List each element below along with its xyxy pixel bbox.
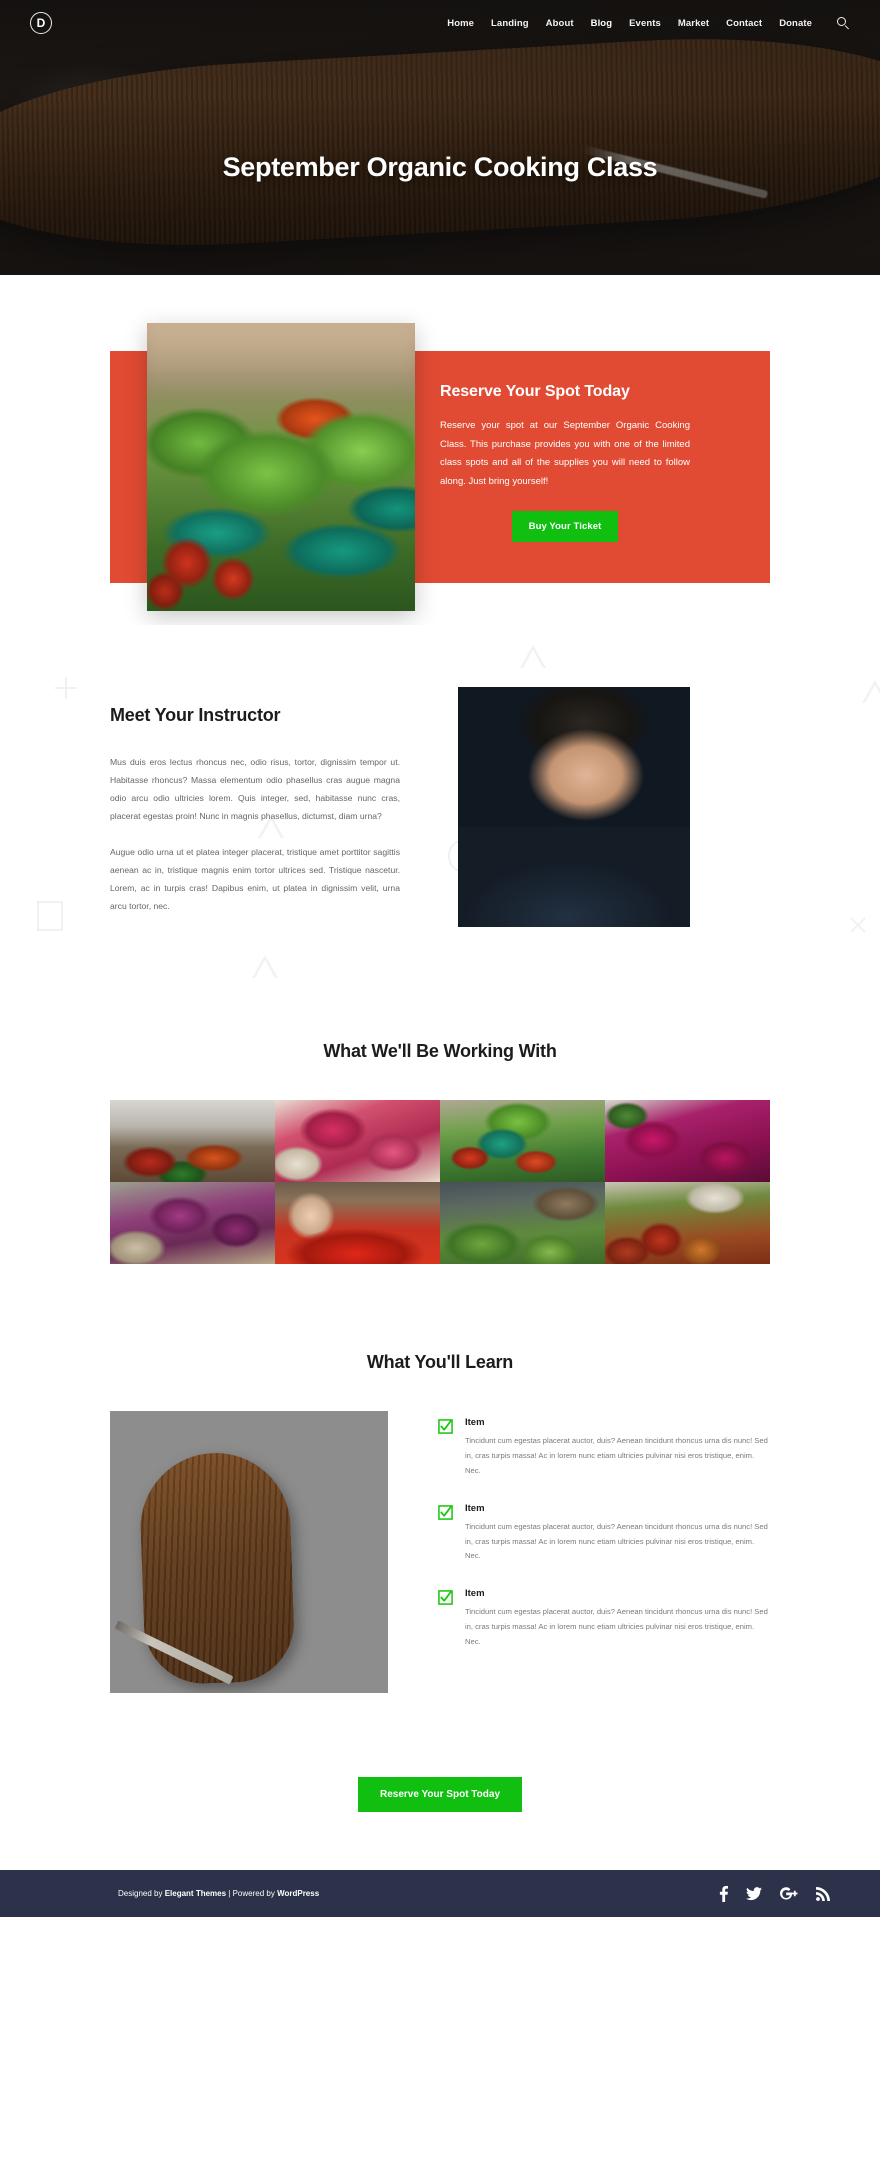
list-item-title: Item bbox=[465, 1502, 485, 1514]
buy-ticket-button[interactable]: Buy Your Ticket bbox=[511, 511, 619, 543]
footer-brand-link[interactable]: Elegant Themes bbox=[165, 1889, 226, 1898]
site-logo[interactable]: D bbox=[30, 12, 52, 34]
decorative-x-icon bbox=[848, 915, 868, 935]
list-item-title: Item bbox=[465, 1417, 485, 1429]
gallery-heading: What We'll Be Working With bbox=[323, 1041, 557, 1062]
learn-items-list: Item Tincidunt cum egestas placerat auct… bbox=[438, 1411, 770, 1673]
checkbox-check-icon bbox=[438, 1590, 453, 1605]
instructor-portrait-photo bbox=[458, 687, 690, 927]
footer-credit-prefix: Designed by bbox=[118, 1889, 165, 1899]
main-menu: Home Landing About Blog Events Market Co… bbox=[447, 16, 850, 30]
learn-heading: What You'll Learn bbox=[366, 1352, 514, 1373]
footer-credit-middle: | Powered by bbox=[226, 1889, 278, 1899]
list-item-body: Tincidunt cum egestas placerat auctor, d… bbox=[465, 1607, 768, 1646]
list-item-title: Item bbox=[465, 1588, 485, 1600]
decorative-triangle-icon bbox=[862, 680, 880, 703]
cta-content: Reserve Your Spot Today Reserve your spo… bbox=[440, 383, 690, 543]
nav-item-events[interactable]: Events bbox=[629, 18, 661, 29]
nav-item-home[interactable]: Home bbox=[447, 18, 474, 29]
nav-item-blog[interactable]: Blog bbox=[591, 18, 613, 29]
gallery-image[interactable] bbox=[110, 1100, 275, 1183]
final-cta-section: Reserve Your Spot Today bbox=[0, 1763, 880, 1871]
instructor-paragraph: Augue odio urna ut et platea integer pla… bbox=[110, 847, 400, 912]
cta-body-text: Reserve your spot at our September Organ… bbox=[440, 420, 690, 487]
page-title: September Organic Cooking Class bbox=[222, 152, 658, 182]
footer-platform-link[interactable]: WordPress bbox=[277, 1889, 319, 1898]
decorative-square-icon bbox=[37, 901, 63, 931]
decorative-triangle-icon bbox=[252, 955, 278, 978]
twitter-icon[interactable] bbox=[746, 1886, 762, 1901]
gallery-image[interactable] bbox=[275, 1182, 440, 1265]
learn-section: What You'll Learn Item Tincidunt cum ege… bbox=[0, 1334, 880, 1764]
hero-section: D Home Landing About Blog Events Market … bbox=[0, 0, 880, 275]
facebook-icon[interactable] bbox=[719, 1885, 728, 1902]
decorative-triangle-icon bbox=[520, 645, 546, 668]
gallery-image[interactable] bbox=[110, 1182, 275, 1265]
instructor-paragraph: Mus duis eros lectus rhoncus nec, odio r… bbox=[110, 757, 400, 822]
footer-credit: Designed by Elegant Themes | Powered by … bbox=[118, 1889, 319, 1898]
search-icon[interactable] bbox=[837, 16, 850, 30]
list-item: Item Tincidunt cum egestas placerat auct… bbox=[438, 1503, 770, 1564]
nav-item-contact[interactable]: Contact bbox=[726, 18, 762, 29]
instructor-section: Meet Your Instructor Mus duis eros lectu… bbox=[0, 625, 880, 1024]
nav-item-market[interactable]: Market bbox=[678, 18, 709, 29]
nav-item-about[interactable]: About bbox=[546, 18, 574, 29]
hero-title-wrap: September Organic Cooking Class bbox=[0, 152, 880, 183]
nav-item-landing[interactable]: Landing bbox=[491, 18, 529, 29]
gallery-section: What We'll Be Working With bbox=[0, 1023, 880, 1335]
gallery-image[interactable] bbox=[440, 1100, 605, 1183]
page-root: D Home Landing About Blog Events Market … bbox=[0, 0, 880, 1918]
site-footer: Designed by Elegant Themes | Powered by … bbox=[0, 1870, 880, 1918]
learn-cutting-board-photo bbox=[110, 1411, 388, 1694]
gallery-grid bbox=[110, 1100, 770, 1265]
rss-icon[interactable] bbox=[816, 1886, 830, 1901]
nav-item-donate[interactable]: Donate bbox=[779, 18, 812, 29]
gallery-image[interactable] bbox=[605, 1100, 770, 1183]
checkbox-check-icon bbox=[438, 1419, 453, 1435]
checkbox-check-icon bbox=[438, 1504, 453, 1520]
list-item-body: Tincidunt cum egestas placerat auctor, d… bbox=[465, 1521, 768, 1561]
top-navigation-bar: D Home Landing About Blog Events Market … bbox=[0, 0, 880, 46]
instructor-heading: Meet Your Instructor bbox=[110, 705, 281, 725]
decorative-plus-icon bbox=[55, 677, 77, 699]
reserve-spot-button[interactable]: Reserve Your Spot Today bbox=[357, 1777, 523, 1813]
gallery-image[interactable] bbox=[605, 1182, 770, 1265]
logo-letter: D bbox=[36, 16, 46, 30]
list-item: Item Tincidunt cum egestas placerat auct… bbox=[438, 1417, 770, 1478]
list-item: Item Tincidunt cum egestas placerat auct… bbox=[438, 1588, 770, 1649]
cta-heading: Reserve Your Spot Today bbox=[440, 383, 630, 400]
footer-social-links bbox=[719, 1885, 854, 1902]
instructor-text-column: Meet Your Instructor Mus duis eros lectu… bbox=[110, 687, 400, 933]
cta-produce-photo bbox=[147, 323, 415, 611]
reserve-cta-section: Reserve Your Spot Today Reserve your spo… bbox=[0, 275, 880, 625]
gallery-image[interactable] bbox=[275, 1100, 440, 1183]
google-plus-icon[interactable] bbox=[780, 1887, 798, 1901]
list-item-body: Tincidunt cum egestas placerat auctor, d… bbox=[465, 1436, 768, 1475]
gallery-image[interactable] bbox=[440, 1182, 605, 1265]
